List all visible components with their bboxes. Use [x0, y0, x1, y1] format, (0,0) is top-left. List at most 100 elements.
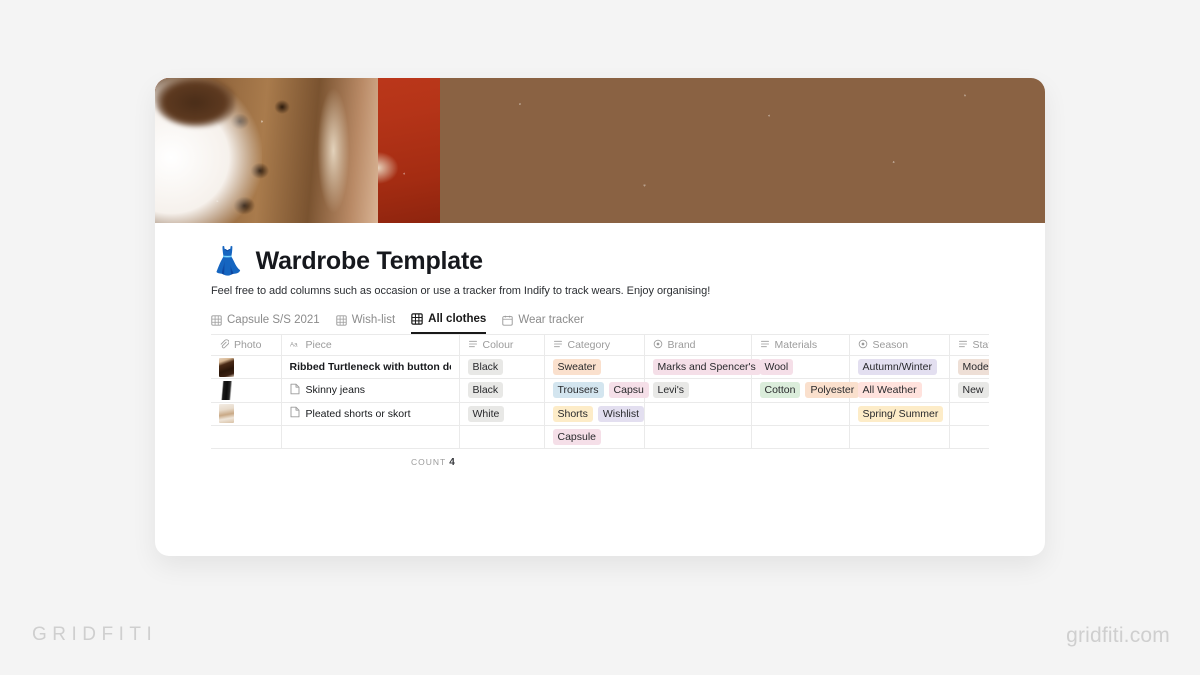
database-table: Photo Aa Piece Colour Category Brand Mat… — [211, 334, 989, 468]
watermark-gridfiti-url: gridfiti.com — [1066, 624, 1170, 647]
cell-colour[interactable]: White — [459, 402, 545, 426]
cell-category[interactable]: Shorts Wishlist — [544, 402, 645, 426]
tab-wear-tracker[interactable]: Wear tracker — [502, 314, 584, 333]
page-subtitle[interactable]: Feel free to add columns such as occasio… — [211, 285, 989, 297]
multiselect-icon — [468, 339, 478, 352]
cell-brand[interactable] — [644, 425, 752, 450]
cell-piece[interactable]: Ribbed Turtleneck with button detail — [281, 355, 460, 380]
row-count[interactable]: Count 4 — [411, 457, 455, 468]
tag: All Weather — [857, 382, 922, 399]
cell-materials[interactable]: Wool — [751, 355, 850, 380]
multiselect-icon — [958, 339, 968, 352]
table-row[interactable]: Skinny jeans Black Trousers Capsu Levi's — [211, 378, 989, 403]
table-grid-icon — [411, 313, 423, 325]
column-header-colour[interactable]: Colour — [459, 334, 545, 356]
tab-capsule-ss-2021[interactable]: Capsule S/S 2021 — [211, 314, 320, 333]
cell-piece[interactable]: Pleated shorts or skort — [281, 402, 460, 426]
cell-season[interactable] — [849, 425, 950, 450]
cell-category[interactable]: Trousers Capsu — [544, 378, 649, 403]
select-circle-icon — [653, 339, 663, 352]
cell-materials[interactable] — [751, 425, 850, 450]
column-label: Season — [872, 339, 909, 351]
cell-colour[interactable]: Black — [459, 355, 545, 380]
tag: Sweater — [552, 359, 602, 376]
table-row[interactable]: Ribbed Turtleneck with button detail Bla… — [211, 355, 989, 380]
cell-brand[interactable] — [644, 402, 752, 426]
svg-text:Aa: Aa — [290, 341, 298, 348]
tag: Modern — [957, 359, 989, 376]
pleated-shorts-thumbnail — [219, 404, 234, 424]
column-header-photo[interactable]: Photo — [211, 334, 282, 356]
cell-materials[interactable] — [751, 402, 850, 426]
cell-photo[interactable] — [211, 355, 282, 380]
page-title[interactable]: Wardrobe Template — [256, 247, 483, 276]
tag: Autumn/Winter — [857, 359, 937, 376]
cell-category[interactable]: Capsule — [544, 425, 645, 450]
cell-colour[interactable] — [459, 425, 545, 450]
page-title-row: 👗 Wardrobe Template — [211, 247, 989, 276]
column-label: Piece — [305, 339, 332, 351]
cell-photo[interactable] — [211, 425, 282, 450]
tab-label: All clothes — [428, 313, 487, 325]
tag: Polyester — [805, 382, 860, 399]
watermark-gridfiti-logo: GRIDFITI — [32, 624, 158, 645]
cell-photo[interactable] — [211, 378, 282, 403]
tag: Wishlist — [597, 405, 645, 422]
column-header-season[interactable]: Season — [849, 334, 950, 356]
table-footer: Count 4 — [211, 449, 989, 468]
table-row[interactable]: Pleated shorts or skort White Shorts Wis… — [211, 402, 989, 426]
column-label: Category — [567, 339, 611, 351]
tab-all-clothes[interactable]: All clothes — [411, 313, 487, 334]
notion-page-card: 👗 Wardrobe Template Feel free to add col… — [155, 78, 1045, 556]
cell-piece[interactable] — [281, 425, 460, 450]
dress-emoji-icon[interactable]: 👗 — [211, 248, 245, 275]
page-body: 👗 Wardrobe Template Feel free to add col… — [155, 223, 1045, 468]
screenshot-root: GRIDFITI gridfiti.com 👗 Wardrobe Templat… — [0, 0, 1200, 675]
cell-status[interactable] — [949, 425, 989, 450]
tag: Capsule — [552, 429, 602, 446]
tag: New — [957, 382, 989, 399]
tag: Trousers — [552, 382, 604, 399]
column-label: Status — [972, 339, 990, 351]
cell-season[interactable]: Autumn/Winter — [849, 355, 950, 380]
tag: Black — [467, 382, 504, 399]
tab-label: Capsule S/S 2021 — [227, 314, 320, 326]
tag: Cotton — [759, 382, 801, 399]
column-header-category[interactable]: Category — [544, 334, 645, 356]
tag: Wool — [759, 359, 794, 376]
cell-season[interactable]: All Weather — [849, 378, 950, 403]
table-row[interactable]: Capsule — [211, 425, 989, 450]
cell-brand[interactable]: Marks and Spencer's — [644, 355, 761, 380]
column-label: Colour — [482, 339, 514, 351]
table-body: Ribbed Turtleneck with button detail Bla… — [211, 355, 989, 450]
tab-wish-list[interactable]: Wish-list — [336, 314, 395, 333]
multiselect-icon — [553, 339, 563, 352]
cell-materials[interactable]: Cotton Polyester — [751, 378, 860, 403]
database-view-tabs: Capsule S/S 2021 Wish-list All clothes W… — [211, 313, 989, 334]
skinny-jeans-thumbnail — [219, 380, 234, 400]
text-aa-icon: Aa — [290, 339, 301, 352]
column-header-materials[interactable]: Materials — [751, 334, 850, 356]
piece-title: Pleated shorts or skort — [305, 407, 411, 420]
column-header-status[interactable]: Status — [949, 334, 990, 356]
tag: Black — [467, 359, 504, 376]
cell-status[interactable]: New Needs — [949, 378, 989, 403]
tag: Levi's — [652, 382, 690, 399]
piece-title: Skinny jeans — [305, 384, 366, 397]
turtleneck-thumbnail — [219, 357, 234, 377]
cell-piece[interactable]: Skinny jeans — [281, 378, 460, 403]
column-label: Brand — [667, 339, 696, 351]
count-label: Count — [411, 457, 447, 468]
table-header-row: Photo Aa Piece Colour Category Brand Mat… — [211, 334, 990, 356]
cell-category[interactable]: Sweater — [544, 355, 645, 380]
cell-status[interactable]: Modern — [949, 355, 989, 380]
column-header-piece[interactable]: Aa Piece — [281, 334, 460, 356]
cell-status[interactable] — [949, 402, 989, 426]
cell-season[interactable]: Spring/ Summer — [849, 402, 950, 426]
column-header-brand[interactable]: Brand — [644, 334, 752, 356]
tag: White — [467, 405, 505, 422]
cell-brand[interactable]: Levi's — [644, 378, 752, 403]
tab-label: Wish-list — [351, 314, 396, 326]
cell-photo[interactable] — [211, 402, 282, 426]
cell-colour[interactable]: Black — [459, 378, 545, 403]
